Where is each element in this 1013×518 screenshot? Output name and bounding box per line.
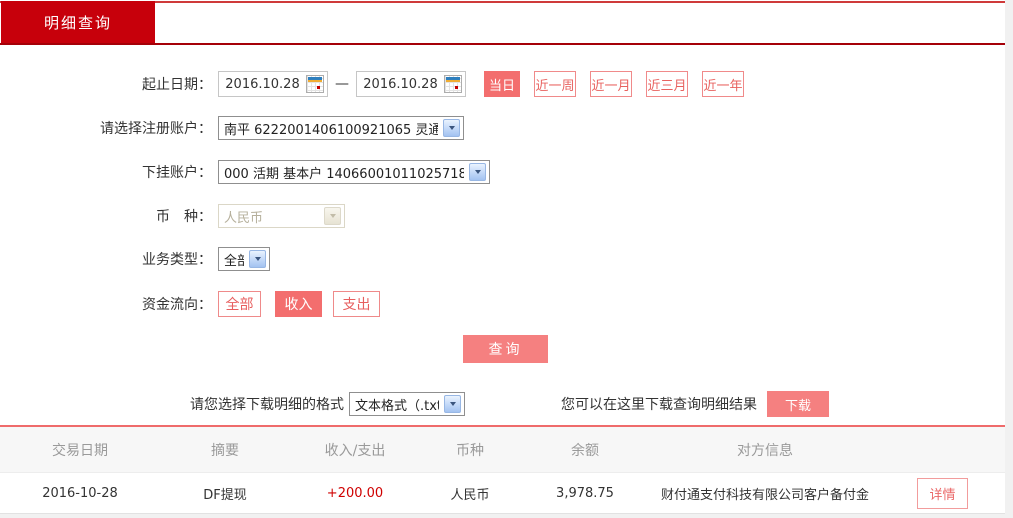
tab-label: 明细查询 (43, 13, 112, 32)
chevron-down-icon (324, 207, 341, 225)
cell-summary: DF提现 (203, 487, 247, 503)
date-range-row: 起止日期： 2016.10.28 — 2016.10.28 当日 近一周 近一月… (0, 71, 744, 97)
chevron-down-icon (443, 119, 460, 137)
calendar-icon[interactable] (444, 75, 462, 93)
quick-range-quarter-button[interactable]: 近三月 (646, 71, 688, 97)
date-separator: — (335, 76, 349, 92)
content-panel: 明细查询 起止日期： 2016.10.28 — 2016.10.28 当日 近一… (0, 0, 1005, 514)
business-type-label: 业务类型： (142, 252, 212, 268)
business-type-row: 业务类型： 全部 (0, 246, 270, 272)
cell-currency: 人民币 (450, 487, 490, 503)
cell-balance: 3,978.75 (556, 485, 614, 501)
column-header-balance: 余额 (571, 442, 599, 459)
cell-action: 详情 (880, 477, 1005, 509)
chevron-down-icon (444, 395, 461, 413)
start-date-value: 2016.10.28 (225, 76, 300, 92)
download-format-label: 请您选择下载明细的格式 (190, 397, 344, 413)
detail-button[interactable]: 详情 (917, 477, 968, 509)
quick-range-year-button[interactable]: 近一年 (702, 71, 744, 97)
column-header-counterparty: 对方信息 (737, 442, 793, 459)
quick-range-week-button[interactable]: 近一周 (534, 71, 576, 97)
fund-flow-income-button[interactable]: 收入 (275, 291, 322, 317)
business-type-select[interactable]: 全部 (218, 247, 270, 271)
cell-amount: +200.00 (326, 485, 384, 501)
column-header-summary: 摘要 (211, 442, 239, 459)
chevron-down-icon (469, 163, 486, 181)
fund-flow-label: 资金流向： (142, 297, 212, 313)
download-hint-text: 您可以在这里下载查询明细结果 (561, 397, 757, 413)
chevron-down-icon (249, 250, 266, 268)
business-type-value: 全部 (224, 253, 244, 269)
quick-range-month-button[interactable]: 近一月 (590, 71, 632, 97)
sub-account-value: 000 活期 基本户 1406600101102571848 (224, 166, 464, 182)
tab-detail-query[interactable]: 明细查询 (1, 1, 155, 43)
start-date-input[interactable]: 2016.10.28 (218, 71, 328, 97)
end-date-input[interactable]: 2016.10.28 (356, 71, 466, 97)
sub-account-label: 下挂账户： (142, 165, 212, 181)
fund-flow-row: 资金流向： 全部 收入 支出 (0, 291, 380, 317)
currency-row: 币 种： 人民币 (0, 203, 345, 229)
end-date-value: 2016.10.28 (363, 76, 438, 92)
currency-value: 人民币 (224, 210, 264, 226)
currency-select: 人民币 (218, 204, 345, 228)
detail-query-page: 明细查询 起止日期： 2016.10.28 — 2016.10.28 当日 近一… (0, 0, 1013, 518)
cell-counterparty: 财付通支付科技有限公司客户备付金 (660, 487, 869, 503)
fund-flow-expense-button[interactable]: 支出 (333, 291, 380, 317)
table-header: 交易日期 摘要 收入/支出 币种 余额 对方信息 (0, 427, 1005, 473)
register-account-row: 请选择注册账户： 南平 6222001406100921065 灵通卡 (0, 115, 464, 141)
tab-underline (0, 43, 1005, 45)
column-header-amount: 收入/支出 (324, 442, 386, 459)
query-button[interactable]: 查询 (463, 335, 548, 363)
fund-flow-all-button[interactable]: 全部 (218, 291, 261, 317)
sub-account-select[interactable]: 000 活期 基本户 1406600101102571848 (218, 160, 490, 184)
download-format-select[interactable]: 文本格式（.txt） (349, 392, 465, 416)
download-button[interactable]: 下载 (767, 391, 829, 417)
column-header-date: 交易日期 (52, 442, 108, 459)
download-format-value: 文本格式（.txt） (355, 398, 439, 414)
table-row: 2016-10-28 DF提现 +200.00 人民币 3,978.75 财付通… (0, 473, 1005, 513)
download-row: 请您选择下载明细的格式 文本格式（.txt） 您可以在这里下载查询明细结果 下载 (0, 391, 1005, 417)
register-account-select[interactable]: 南平 6222001406100921065 灵通卡 (218, 116, 464, 140)
cell-date: 2016-10-28 (42, 485, 118, 501)
date-range-label: 起止日期： (142, 77, 212, 93)
sub-account-row: 下挂账户： 000 活期 基本户 1406600101102571848 (0, 159, 490, 185)
register-account-value: 南平 6222001406100921065 灵通卡 (224, 122, 438, 138)
quick-range-today-button[interactable]: 当日 (484, 71, 520, 97)
currency-label: 币 种： (156, 209, 212, 225)
column-header-currency: 币种 (456, 442, 484, 459)
register-account-label: 请选择注册账户： (100, 121, 212, 137)
calendar-icon[interactable] (306, 75, 324, 93)
